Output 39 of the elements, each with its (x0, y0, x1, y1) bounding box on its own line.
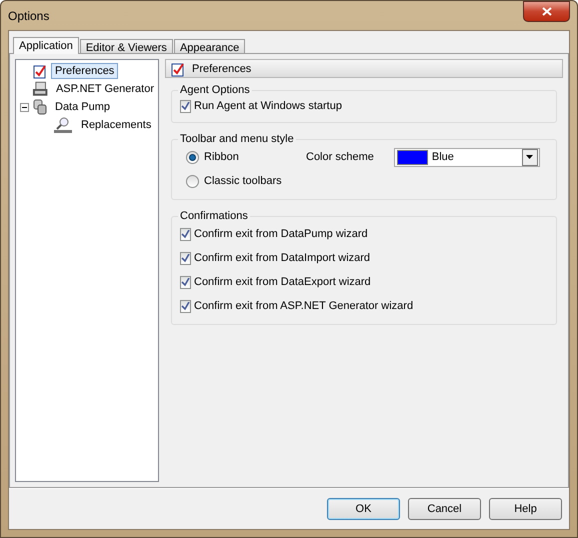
window-title: Options (8, 8, 50, 22)
radio-button[interactable] (186, 150, 199, 164)
group-title: Confirmations (178, 210, 250, 222)
checkbox-label: Confirm exit from DataExport wizard (194, 276, 371, 288)
dialog-button[interactable]: Cancel (408, 498, 481, 520)
combo-label: Color scheme (306, 151, 374, 163)
magnifier-icon (52, 116, 74, 134)
collapse-icon[interactable] (20, 102, 29, 112)
tree-item[interactable]: Data Pump (51, 99, 114, 115)
tab[interactable]: Application (13, 37, 79, 54)
tab[interactable]: Appearance (174, 39, 246, 53)
page-title: Preferences (192, 62, 252, 74)
checkbox-label: Run Agent at Windows startup (194, 100, 342, 112)
tab[interactable]: Editor & Viewers (80, 39, 173, 53)
close-icon (542, 6, 552, 16)
radio-label: Classic toolbars (204, 175, 282, 187)
checkbox[interactable] (180, 252, 191, 264)
checkbox-label: Confirm exit from DataImport wizard (194, 252, 370, 264)
radio-button[interactable] (186, 174, 199, 188)
group-title: Toolbar and menu style (178, 133, 296, 145)
database-icon (32, 99, 48, 115)
group-title: Agent Options (178, 84, 252, 96)
close-button[interactable] (523, 0, 570, 22)
checklist-icon (32, 63, 48, 79)
tree-item[interactable]: Preferences (51, 63, 118, 79)
radio-label: Ribbon (204, 151, 239, 163)
checkbox[interactable] (180, 276, 191, 288)
dialog-button[interactable]: Help (489, 498, 562, 520)
tree-item[interactable]: Replacements (77, 117, 156, 133)
checkbox[interactable] (180, 100, 191, 112)
dialog-button[interactable]: OK (327, 498, 400, 520)
tree-item[interactable]: ASP.NET Generator (52, 81, 158, 97)
checkbox-label: Confirm exit from DataPump wizard (194, 228, 368, 240)
checkbox[interactable] (180, 228, 191, 240)
checkbox-label: Confirm exit from ASP.NET Generator wizard (194, 300, 414, 312)
checklist-icon (170, 60, 186, 76)
checkbox[interactable] (180, 300, 191, 312)
color-swatch (396, 150, 428, 164)
color-scheme-dropdown[interactable]: Blue (394, 148, 540, 166)
